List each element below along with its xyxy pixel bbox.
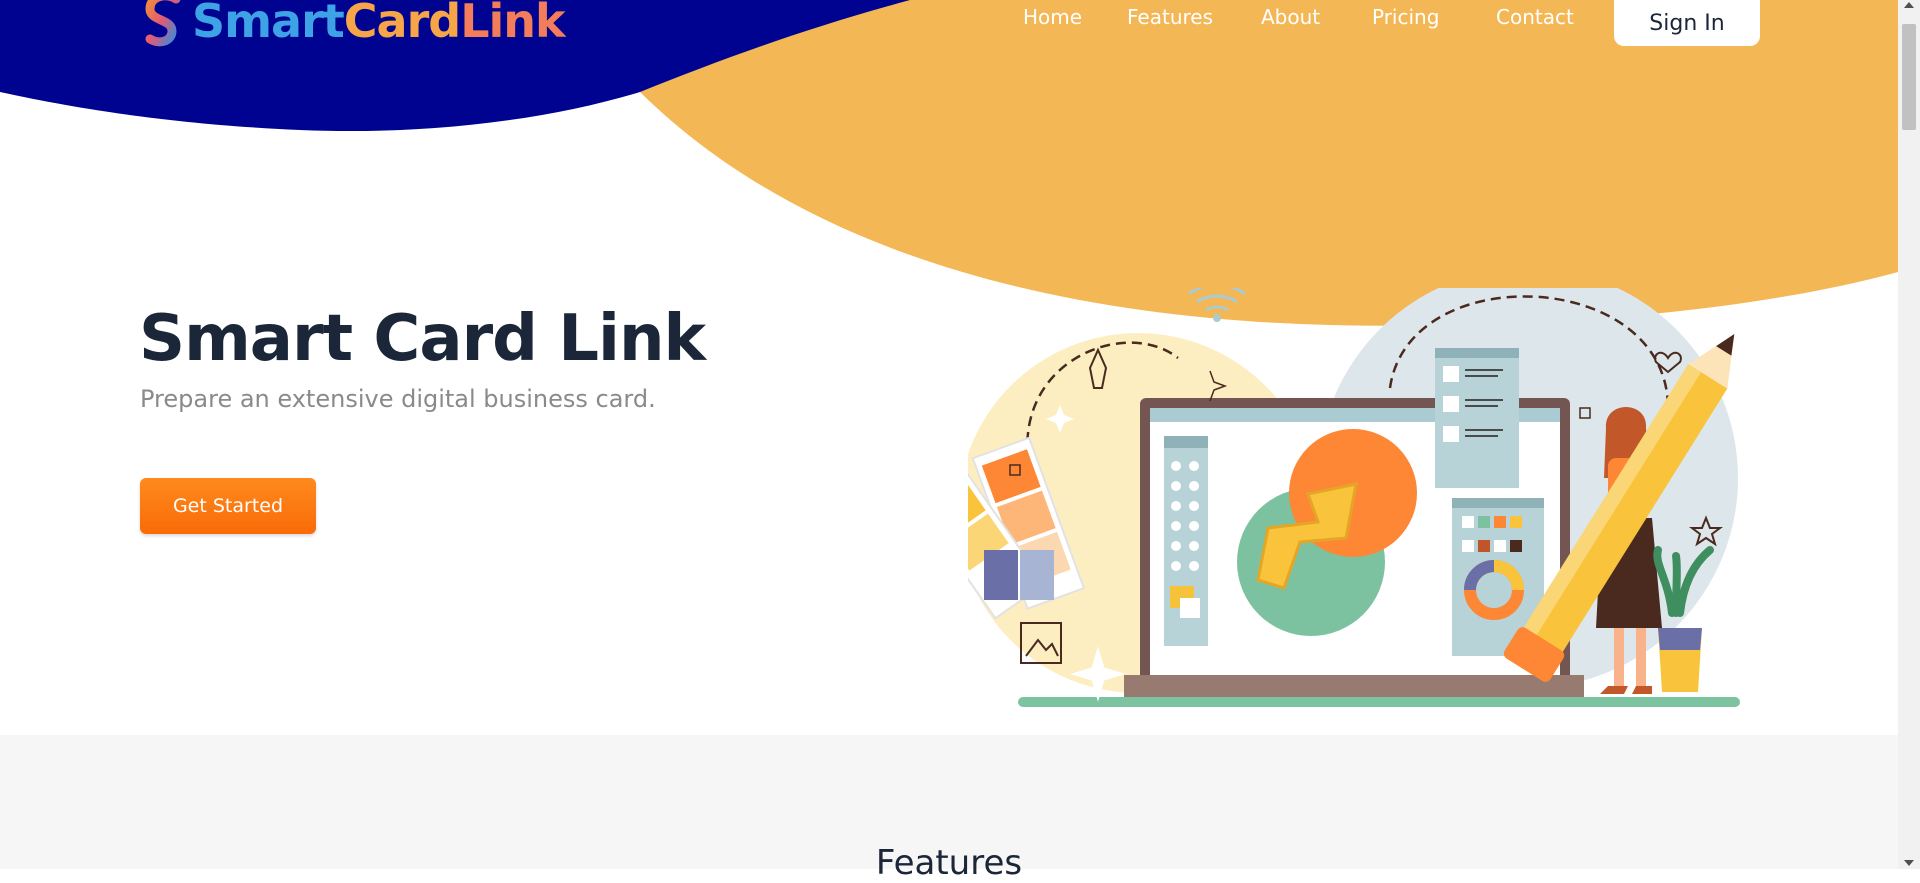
nav-features[interactable]: Features [1127, 5, 1213, 29]
scroll-up-icon[interactable] [1904, 2, 1914, 8]
features-heading: Features [875, 843, 1023, 883]
vertical-scrollbar[interactable] [1898, 0, 1920, 869]
nav-home[interactable]: Home [1023, 5, 1082, 29]
get-started-button[interactable]: Get Started [140, 478, 316, 534]
hero-illustration [968, 288, 1740, 707]
brand-name: SmartCardLink [192, 0, 566, 48]
brand-logo[interactable]: SmartCardLink [138, 0, 566, 56]
scroll-down-icon[interactable] [1904, 860, 1914, 866]
hero-subtitle: Prepare an extensive digital business ca… [140, 385, 656, 413]
hero-title: Smart Card Link [139, 302, 706, 376]
nav-about[interactable]: About [1261, 5, 1320, 29]
nav-pricing[interactable]: Pricing [1372, 5, 1439, 29]
logo-s-icon [145, 0, 181, 47]
scrollbar-thumb[interactable] [1902, 24, 1916, 130]
nav-contact[interactable]: Contact [1496, 5, 1574, 29]
sign-in-button[interactable]: Sign In [1614, 0, 1760, 46]
